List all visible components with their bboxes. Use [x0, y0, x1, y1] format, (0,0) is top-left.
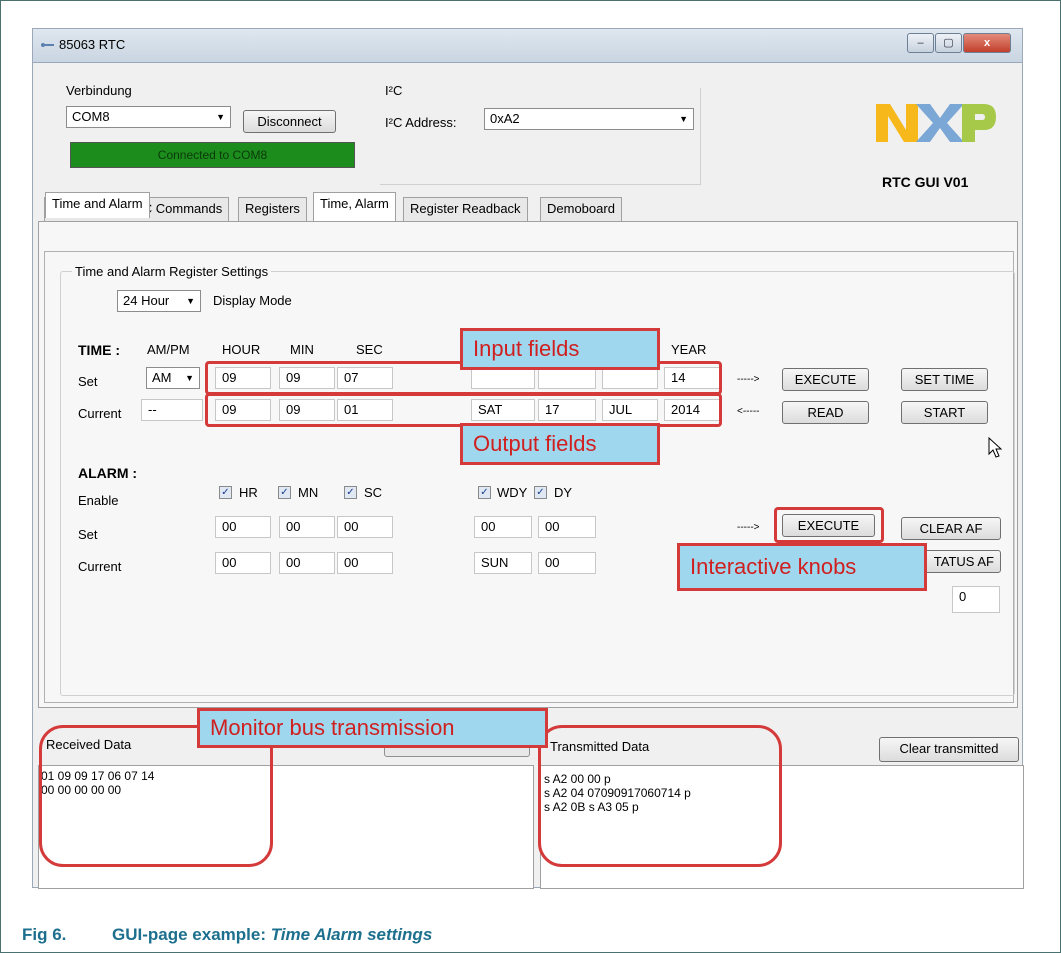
clear-transmitted-button[interactable]: Clear transmitted [879, 737, 1019, 762]
alarm-dy-label: DY [554, 485, 573, 500]
chevron-down-icon: ▼ [186, 296, 195, 306]
alarm-set-dy-input[interactable]: 00 [538, 516, 596, 538]
disconnect-button[interactable]: Disconnect [243, 110, 336, 133]
tab-time-alarm[interactable]: Time, Alarm [313, 192, 396, 222]
read-time-button[interactable]: READ [782, 401, 869, 424]
alarm-hr-checkbox[interactable]: ✓ [219, 486, 232, 499]
connection-group-label: Verbindung [66, 83, 132, 98]
alarm-wdy-checkbox[interactable]: ✓ [478, 486, 491, 499]
alarm-sc-checkbox[interactable]: ✓ [344, 486, 357, 499]
close-button[interactable]: x [963, 33, 1011, 53]
ampm-value: AM [152, 370, 172, 385]
alarm-mn-label: MN [298, 485, 319, 500]
alarm-mn-checkbox[interactable]: ✓ [278, 486, 291, 499]
caption-italic: Time Alarm settings [270, 925, 433, 944]
chevron-down-icon: ▼ [185, 373, 194, 383]
tab-demoboard[interactable]: Demoboard [540, 197, 622, 221]
alarm-dy-checkbox[interactable]: ✓ [534, 486, 547, 499]
arrow-set-alarm: -----> [737, 522, 760, 533]
display-mode-label: Display Mode [213, 293, 292, 308]
arrow-set-time: -----> [737, 374, 760, 385]
caption-prefix: Fig 6. [22, 925, 67, 944]
maximize-button[interactable]: ▢ [935, 33, 962, 53]
output-fields-highlight [205, 393, 722, 427]
nxp-logo [876, 100, 996, 146]
alarm-status-output: 0 [952, 586, 1000, 613]
alarm-enable-label: Enable [78, 493, 119, 508]
settings-group-label: Time and Alarm Register Settings [72, 264, 272, 279]
alarm-set-wdy-input[interactable]: 00 [474, 516, 532, 538]
execute-time-button[interactable]: EXECUTE [782, 368, 869, 391]
header-ampm: AM/PM [147, 342, 190, 357]
title-bar: 85063 RTC – ▢ x [32, 28, 1023, 62]
transmitted-highlight [538, 725, 782, 867]
caption-text: GUI-page example: [112, 925, 271, 944]
alarm-sc-label: SC [364, 485, 383, 500]
alarm-set-mn-input[interactable]: 00 [279, 516, 335, 538]
alarm-wdy-label: WDY [497, 485, 528, 500]
display-mode-value: 24 Hour [123, 293, 170, 308]
header-year: YEAR [671, 342, 707, 357]
set-time-button[interactable]: SET TIME [901, 368, 988, 391]
alarm-set-sc-input[interactable]: 00 [337, 516, 393, 538]
alarm-current-dy-output: 00 [538, 552, 596, 574]
start-button[interactable]: START [901, 401, 988, 424]
alarm-current-label: Current [78, 559, 122, 574]
ampm-select[interactable]: AM ▼ [146, 367, 200, 389]
alarm-current-sc-output: 00 [337, 552, 393, 574]
chevron-down-icon: ▼ [679, 114, 688, 124]
callout-interactive-knobs: Interactive knobs [677, 543, 927, 591]
subtab-time-and-alarm[interactable]: Time and Alarm [45, 192, 150, 218]
figure-caption: Fig 6. GUI-page example: Time Alarm setti… [22, 925, 432, 945]
alarm-current-hr-output: 00 [215, 552, 271, 574]
window-title: 85063 RTC [59, 37, 126, 52]
i2c-address-label: I²C Address: [385, 115, 457, 130]
alarm-hr-label: HR [239, 485, 258, 500]
header-hour: HOUR [222, 342, 261, 357]
alarm-set-hr-input[interactable]: 00 [215, 516, 271, 538]
app-icon [39, 39, 55, 51]
alarm-set-label: Set [78, 527, 98, 542]
time-current-label: Current [78, 406, 122, 421]
time-set-label: Set [78, 374, 98, 389]
callout-output-fields: Output fields [460, 423, 660, 465]
alarm-current-mn-output: 00 [279, 552, 335, 574]
callout-input-fields: Input fields [460, 328, 660, 370]
port-select[interactable]: COM8 ▼ [66, 106, 231, 128]
time-section-label: TIME : [78, 342, 120, 358]
display-mode-select[interactable]: 24 Hour ▼ [117, 290, 201, 312]
chevron-down-icon: ▼ [216, 112, 225, 122]
clear-af-button[interactable]: CLEAR AF [901, 517, 1001, 540]
minimize-button[interactable]: – [907, 33, 934, 53]
alarm-current-wdy-output: SUN [474, 552, 532, 574]
time-current-ampm-output: -- [141, 399, 203, 421]
connection-status-bar: Connected to COM8 [70, 142, 355, 168]
alarm-section-label: ALARM : [78, 465, 138, 481]
connection-status-text: Connected to COM8 [157, 148, 268, 162]
arrow-read-time: <----- [737, 406, 760, 417]
i2c-address-select[interactable]: 0xA2 ▼ [484, 108, 694, 130]
header-min: MIN [290, 342, 314, 357]
nxp-logo-graphic [876, 104, 996, 142]
port-select-value: COM8 [72, 109, 110, 124]
tab-register-readback[interactable]: Register Readback [403, 197, 528, 221]
tab-registers[interactable]: Registers [238, 197, 307, 221]
i2c-group-label: I²C [385, 83, 403, 98]
i2c-address-value: 0xA2 [490, 111, 520, 126]
version-label: RTC GUI V01 [882, 174, 969, 190]
i2c-group-box [380, 88, 701, 185]
execute-highlight [774, 507, 884, 543]
mouse-pointer-icon [988, 436, 1003, 462]
callout-monitor-bus: Monitor bus transmission [197, 708, 548, 748]
header-sec: SEC [356, 342, 383, 357]
